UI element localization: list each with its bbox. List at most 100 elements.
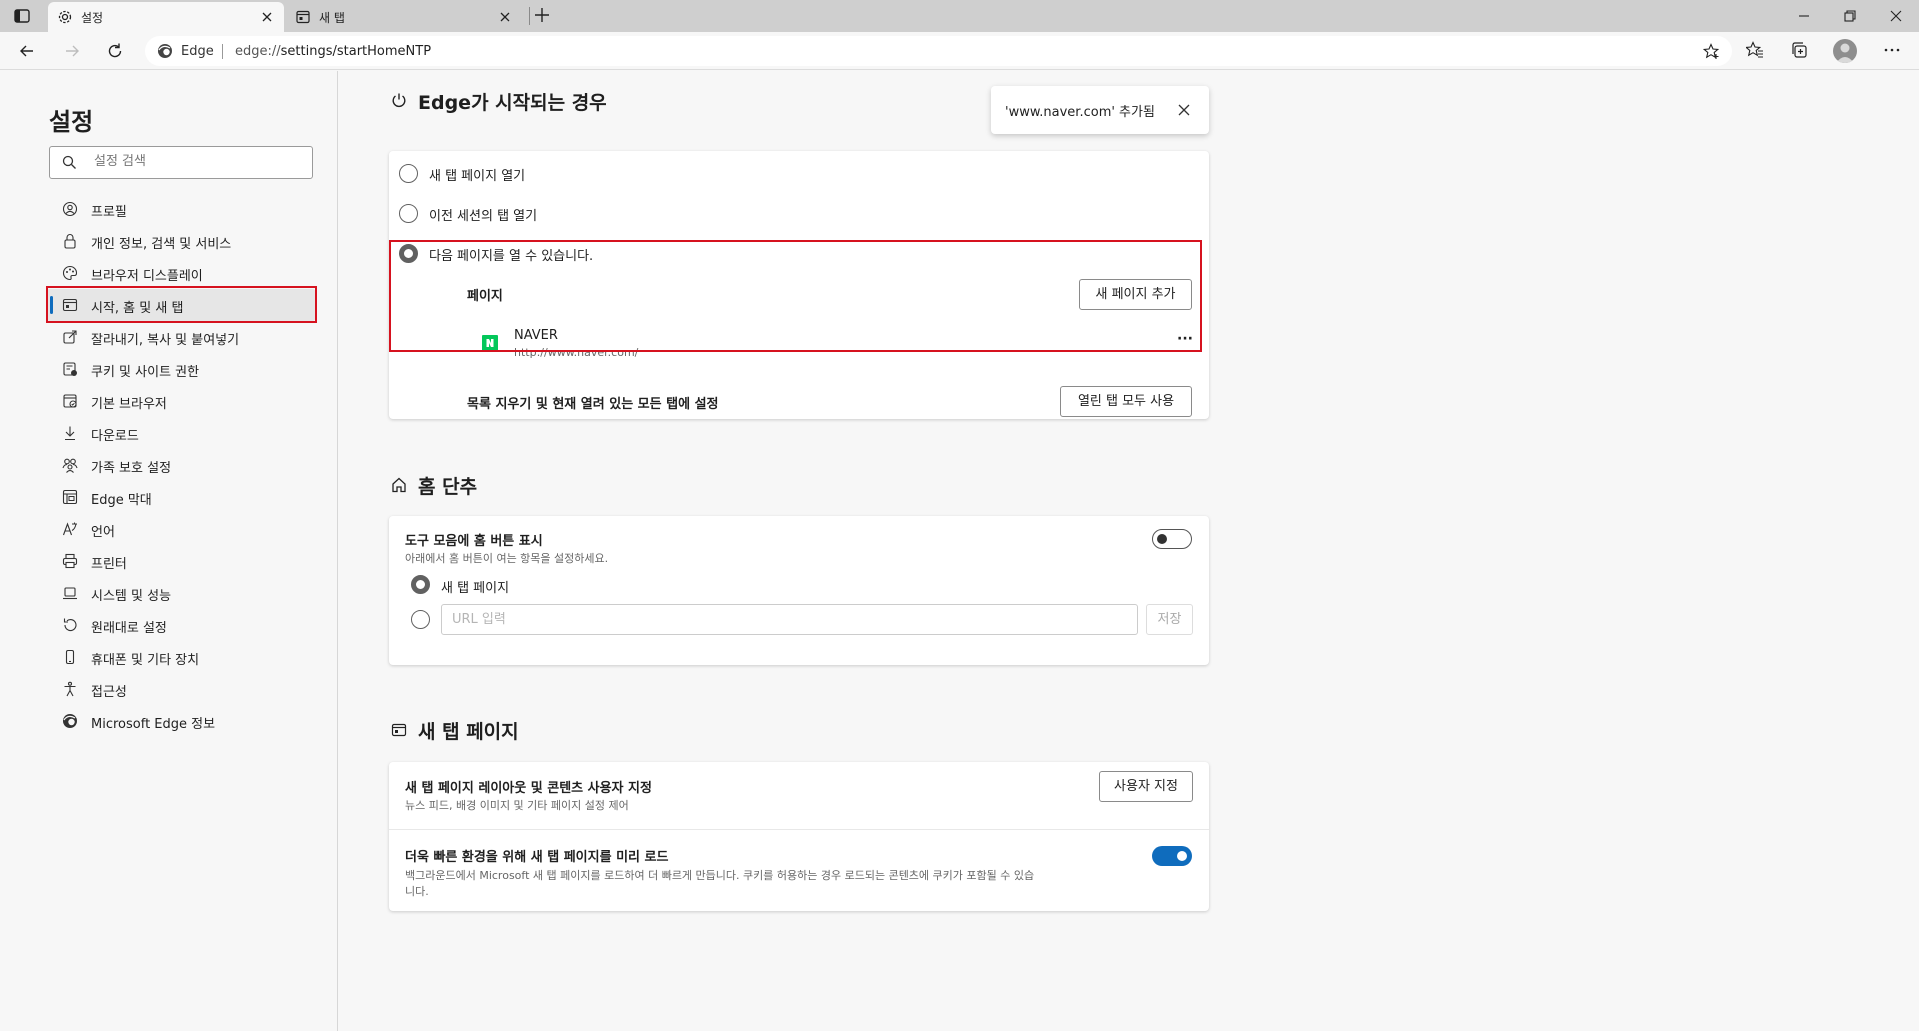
sidebar-item-reset[interactable]: 원래대로 설정	[46, 609, 316, 641]
close-icon[interactable]	[1177, 103, 1191, 117]
sidebar-item-label: Microsoft Edge 정보	[91, 717, 216, 732]
favorites-icon[interactable]	[1746, 41, 1764, 59]
window-close-icon[interactable]	[1888, 8, 1904, 24]
sidebar-item-label: 개인 정보, 검색 및 서비스	[91, 237, 232, 252]
sidebar-item-phone-devices[interactable]: 휴대폰 및 기타 장치	[46, 641, 316, 673]
url-path: settings/startHomeNTP	[280, 44, 432, 59]
sidebar-item-cookies-permissions[interactable]: 쿠키 및 사이트 권한	[46, 353, 316, 385]
home-section-title: 홈 단추	[418, 476, 478, 498]
customize-description: 뉴스 피드, 배경 이미지 및 기타 페이지 설정 제어	[405, 799, 629, 812]
edge-logo-icon	[157, 43, 173, 59]
customize-button[interactable]: 사용자 지정	[1099, 771, 1193, 802]
sidebar-item-label: 쿠키 및 사이트 권한	[91, 365, 200, 380]
toggle-knob	[1177, 851, 1187, 861]
browser-toolbar: Edge edge://settings/startHomeNTP	[0, 32, 1919, 70]
settings-sidebar: 설정 프로필 개인 정보, 검색 및 서비스 브라우저 디스플레이 시작, 홈 …	[0, 71, 338, 1031]
restore-icon[interactable]	[1842, 8, 1858, 24]
home-new-tab-label: 새 탭 페이지	[441, 581, 510, 596]
language-icon	[62, 521, 78, 537]
toggle-knob	[1157, 533, 1167, 544]
cookie-icon	[62, 361, 78, 377]
more-menu-icon[interactable]	[1883, 41, 1901, 59]
sidebar-item-label: 시스템 및 성능	[91, 589, 172, 604]
tab-new-tab[interactable]: 새 탭	[286, 2, 522, 32]
show-home-label: 도구 모음에 홈 버튼 표시	[405, 534, 543, 549]
tab-actions-icon[interactable]	[12, 6, 32, 26]
tab-title: 설정	[81, 11, 104, 25]
sidebar-item-system-performance[interactable]: 시스템 및 성능	[46, 577, 316, 609]
tab-separator	[529, 7, 530, 25]
sidebar-item-about-edge[interactable]: Microsoft Edge 정보	[46, 705, 316, 737]
close-icon[interactable]	[260, 10, 274, 24]
sidebar-item-label: 잘라내기, 복사 및 붙여넣기	[91, 333, 240, 348]
option-previous-label: 이전 세션의 탭 열기	[429, 209, 538, 224]
refresh-icon[interactable]	[105, 41, 125, 61]
add-favorite-icon[interactable]	[1703, 43, 1720, 60]
sidebar-item-languages[interactable]: 언어	[46, 513, 316, 545]
edge-logo-icon	[62, 713, 78, 729]
preload-description: 백그라운드에서 Microsoft 새 탭 페이지를 로드하여 더 빠르게 만듭…	[405, 869, 1035, 882]
profile-avatar[interactable]	[1833, 39, 1857, 63]
newtab-card: 새 탭 페이지 레이아웃 및 콘텐츠 사용자 지정 뉴스 피드, 배경 이미지 …	[389, 762, 1209, 911]
search-input[interactable]	[94, 154, 294, 169]
radio-open-previous-tabs[interactable]	[399, 204, 418, 223]
close-icon[interactable]	[498, 10, 512, 24]
tab-strip: 설정 새 탭	[0, 0, 1919, 32]
new-tab-page-icon	[295, 9, 311, 25]
address-bar[interactable]: Edge edge://settings/startHomeNTP	[145, 36, 1732, 66]
radio-home-url[interactable]	[411, 610, 430, 629]
sidebar-item-label: 휴대폰 및 기타 장치	[91, 653, 200, 668]
gear-icon	[57, 9, 73, 25]
use-all-open-tabs-button[interactable]: 열린 탭 모두 사용	[1060, 386, 1192, 417]
site-identity-label: Edge	[181, 44, 214, 59]
search-icon	[62, 155, 77, 170]
added-notification-toast: 'www.naver.com' 추가됨	[991, 86, 1209, 134]
sidebar-item-label: 접근성	[91, 685, 127, 700]
reset-icon	[62, 617, 78, 633]
tab-title: 새 탭	[319, 11, 345, 25]
home-icon	[390, 476, 408, 494]
sidebar-item-label: 프린터	[91, 557, 127, 572]
palette-icon	[62, 265, 78, 281]
settings-search[interactable]	[49, 146, 313, 179]
radio-open-new-tab[interactable]	[399, 164, 418, 183]
sidebar-item-family[interactable]: 가족 보호 설정	[46, 449, 316, 481]
printer-icon	[62, 553, 78, 569]
sidebar-item-privacy[interactable]: 개인 정보, 검색 및 서비스	[46, 225, 316, 257]
family-icon	[62, 457, 78, 473]
highlight-box	[46, 286, 317, 323]
highlight-box	[389, 240, 1202, 352]
sidebar-item-printers[interactable]: 프린터	[46, 545, 316, 577]
settings-main: 'www.naver.com' 추가됨 Edge가 시작되는 경우 새 탭 페이…	[339, 71, 1919, 1031]
sidebar-item-edge-bar[interactable]: Edge 막대	[46, 481, 316, 513]
newtab-section-title: 새 탭 페이지	[418, 721, 519, 743]
save-button[interactable]: 저장	[1146, 604, 1193, 635]
show-home-description: 아래에서 홈 버튼이 여는 항목을 설정하세요.	[405, 552, 609, 565]
laptop-icon	[62, 585, 78, 601]
home-url-input[interactable]	[441, 604, 1138, 635]
show-home-toggle[interactable]	[1152, 529, 1192, 549]
sidebar-item-label: 프로필	[91, 205, 127, 220]
sidebar-item-profiles[interactable]: 프로필	[46, 193, 316, 225]
radio-home-new-tab[interactable]	[411, 575, 430, 594]
power-icon	[390, 91, 408, 109]
preload-toggle[interactable]	[1152, 846, 1192, 866]
use-all-tabs-label: 목록 지우기 및 현재 열려 있는 모든 탭에 설정	[467, 397, 719, 412]
collections-icon[interactable]	[1790, 41, 1808, 59]
sidebar-item-label: 다운로드	[91, 429, 139, 444]
default-browser-icon	[62, 393, 78, 409]
home-card: 도구 모음에 홈 버튼 표시 아래에서 홈 버튼이 여는 항목을 설정하세요. …	[389, 516, 1209, 665]
tab-settings[interactable]: 설정	[48, 2, 284, 32]
sidebar-item-appearance[interactable]: 브라우저 디스플레이	[46, 257, 316, 289]
sidebar-item-accessibility[interactable]: 접근성	[46, 673, 316, 705]
option-new-tab-label: 새 탭 페이지 열기	[429, 169, 526, 184]
sidebar-item-share-copy-paste[interactable]: 잘라내기, 복사 및 붙여넣기	[46, 321, 316, 353]
sidebar-item-default-browser[interactable]: 기본 브라우저	[46, 385, 316, 417]
sidebar-item-downloads[interactable]: 다운로드	[46, 417, 316, 449]
sidebar-item-label: 언어	[91, 525, 115, 540]
back-icon[interactable]	[17, 41, 37, 61]
forward-icon[interactable]	[62, 41, 82, 61]
new-tab-button[interactable]	[532, 5, 552, 25]
minimize-icon[interactable]	[1796, 8, 1812, 24]
download-icon	[62, 425, 78, 441]
